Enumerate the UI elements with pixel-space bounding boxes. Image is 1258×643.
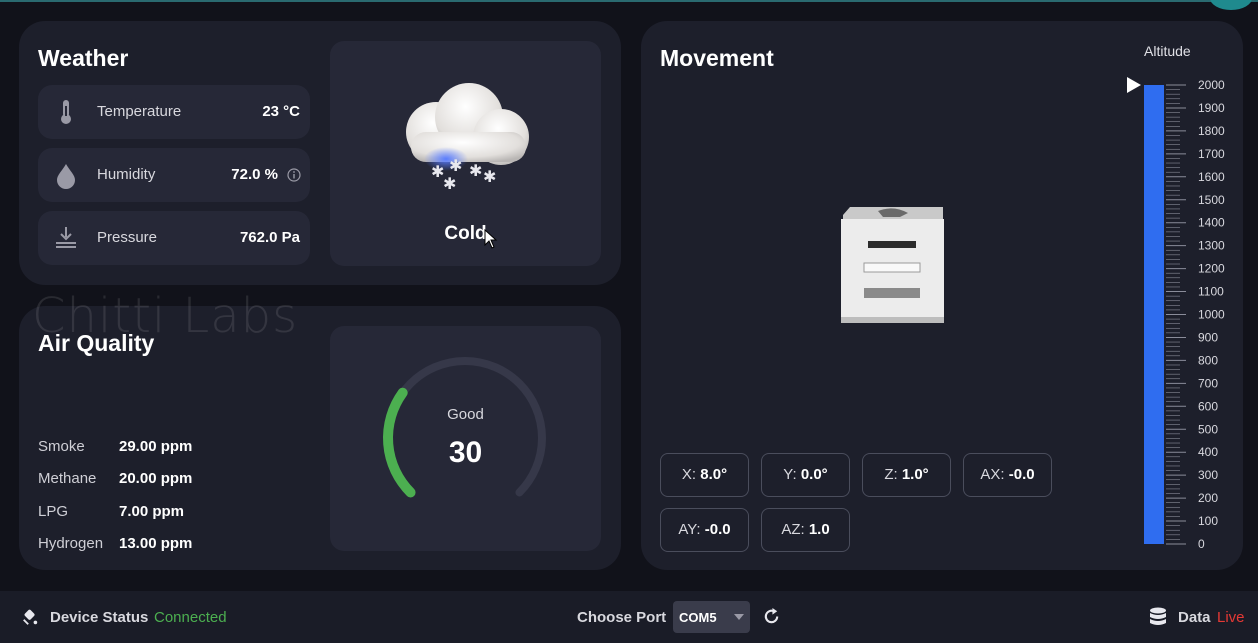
device-status-label: Device Status [50, 609, 149, 626]
pressure-gauge-icon [56, 227, 76, 248]
altitude-tick-label: 1800 [1198, 124, 1225, 138]
gauge-track [384, 357, 546, 497]
data-live-status: Live [1217, 609, 1245, 626]
gauge-value: 30 [448, 436, 483, 469]
status-bar: Device Status Connected Choose Port COM5… [0, 591, 1258, 643]
svg-text:✱: ✱ [483, 167, 496, 186]
humidity-label: Humidity [97, 166, 156, 183]
weather-title: Weather [38, 45, 129, 71]
altitude-tick-label: 1900 [1198, 101, 1225, 115]
altitude-tick-label: 1200 [1198, 262, 1225, 276]
altitude-tick-label: 700 [1198, 376, 1218, 390]
ax-chip: AX: -0.0 [963, 453, 1052, 497]
lpg-value: 7.00 ppm [119, 503, 185, 520]
hydrogen-value: 13.00 ppm [119, 535, 193, 552]
lpg-label: LPG [38, 503, 69, 520]
z-angle-value: 1.0° [901, 466, 929, 483]
ay-value: -0.0 [704, 521, 731, 538]
choose-port-label: Choose Port [577, 609, 667, 626]
port-select[interactable]: COM5 [673, 601, 750, 633]
altitude-pointer [1127, 77, 1141, 93]
altitude-title: Altitude [1144, 43, 1191, 59]
movement-card: Movement X: 8.0° Y: 0.0° Z: 1.0° AX: -0.… [641, 21, 1243, 570]
satellite-icon [23, 609, 38, 625]
y-angle-chip: Y: 0.0° [761, 453, 850, 497]
port-select-value: COM5 [679, 610, 717, 625]
gauge-status-label: Good [447, 406, 484, 423]
pressure-row: Pressure 762.0 Pa [38, 211, 310, 265]
methane-value: 20.00 ppm [119, 470, 193, 487]
x-angle-chip: X: 8.0° [660, 453, 749, 497]
x-angle-value: 8.0° [700, 466, 728, 483]
weather-condition-label: Cold [444, 223, 487, 244]
watermark-text: Chitti Labs [32, 288, 299, 344]
pressure-label: Pressure [97, 229, 158, 246]
altitude-tick-label: 1700 [1198, 147, 1225, 161]
altitude-tick-label: 1400 [1198, 216, 1225, 230]
altitude-tick-label: 300 [1198, 468, 1218, 482]
methane-label: Methane [38, 470, 97, 487]
az-chip: AZ: 1.0 [761, 508, 850, 552]
altitude-tick-label: 1100 [1198, 285, 1224, 299]
window-top-border [0, 0, 1258, 2]
temperature-row: Temperature 23 °C [38, 85, 310, 139]
altitude-tick-label: 200 [1198, 491, 1218, 505]
info-icon[interactable] [287, 168, 301, 182]
altitude-tick-label: 1500 [1198, 193, 1225, 207]
thermometer-icon [61, 100, 71, 124]
database-icon [1150, 607, 1166, 625]
temperature-value: 23 °C [262, 103, 300, 120]
altitude-tick-label: 800 [1198, 353, 1218, 367]
altitude-tick-label: 1600 [1198, 170, 1225, 184]
water-drop-icon [57, 164, 75, 189]
hydrogen-label: Hydrogen [38, 535, 104, 552]
air-quality-gauge-panel: Good 30 [330, 326, 601, 551]
snow-cloud-icon: ✱ ✱ ✱ ✱ ✱ [406, 83, 529, 193]
altitude-tick-label: 500 [1198, 422, 1218, 436]
pressure-value: 762.0 Pa [239, 229, 300, 246]
data-label: Data [1178, 609, 1211, 626]
ay-chip: AY: -0.0 [660, 508, 749, 552]
altitude-tick-label: 400 [1198, 445, 1218, 459]
corner-badge [1210, 0, 1252, 10]
altitude-tick-label: 0 [1198, 537, 1205, 551]
ax-value: -0.0 [1008, 466, 1035, 483]
movement-title: Movement [660, 45, 774, 71]
device-3d-model [841, 207, 944, 323]
svg-text:✱: ✱ [449, 156, 462, 175]
smoke-value: 29.00 ppm [119, 438, 193, 455]
altitude-tick-label: 100 [1198, 514, 1218, 528]
az-value: 1.0 [808, 521, 830, 538]
altitude-tick-label: 1300 [1198, 239, 1225, 253]
altitude-bar-fill [1144, 85, 1164, 544]
z-angle-chip: Z: 1.0° [862, 453, 951, 497]
altitude-tick-label: 900 [1198, 330, 1218, 344]
svg-text:✱: ✱ [469, 161, 482, 180]
humidity-value: 72.0 % [231, 166, 278, 183]
temperature-label: Temperature [97, 103, 182, 120]
altitude-tick-label: 600 [1198, 399, 1218, 413]
svg-text:✱: ✱ [443, 174, 456, 193]
chevron-down-icon [734, 614, 744, 620]
altitude-tick-label: 1000 [1198, 308, 1225, 322]
refresh-icon[interactable] [762, 607, 781, 626]
humidity-row: Humidity 72.0 % [38, 148, 310, 202]
air-quality-card: Air Quality Smoke 29.00 ppm Methane 20.0… [19, 306, 621, 570]
y-angle-value: 0.0° [800, 466, 828, 483]
smoke-label: Smoke [38, 438, 85, 455]
weather-condition-panel: ✱ ✱ ✱ ✱ ✱ Cold [330, 41, 601, 266]
altitude-tick-label: 2000 [1198, 78, 1225, 92]
weather-card: Weather Temperature 23 °C Humidity 72.0 … [19, 21, 621, 285]
altitude-gauge: 2000190018001700160015001400130012001100… [1127, 77, 1225, 551]
device-status-value: Connected [154, 609, 227, 626]
mouse-cursor [484, 229, 498, 249]
